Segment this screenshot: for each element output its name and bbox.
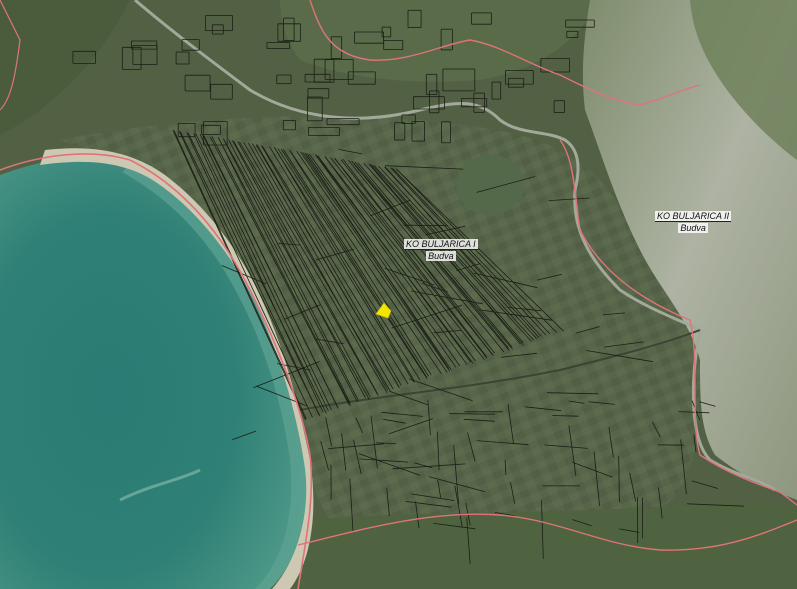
zone-label-buljarica-2[interactable]: KO BULJARICA II Budva bbox=[655, 211, 732, 233]
map-canvas[interactable] bbox=[0, 0, 797, 589]
municipality-name: Budva bbox=[678, 223, 708, 233]
zone-name: KO BULJARICA II bbox=[655, 211, 732, 222]
zone-label-buljarica-1[interactable]: KO BULJARICA I Budva bbox=[404, 239, 478, 261]
map-view[interactable]: KO BULJARICA I Budva KO BULJARICA II Bud… bbox=[0, 0, 797, 589]
municipality-name: Budva bbox=[426, 251, 456, 261]
wooded-knoll bbox=[456, 155, 524, 215]
zone-name: KO BULJARICA I bbox=[404, 239, 478, 250]
